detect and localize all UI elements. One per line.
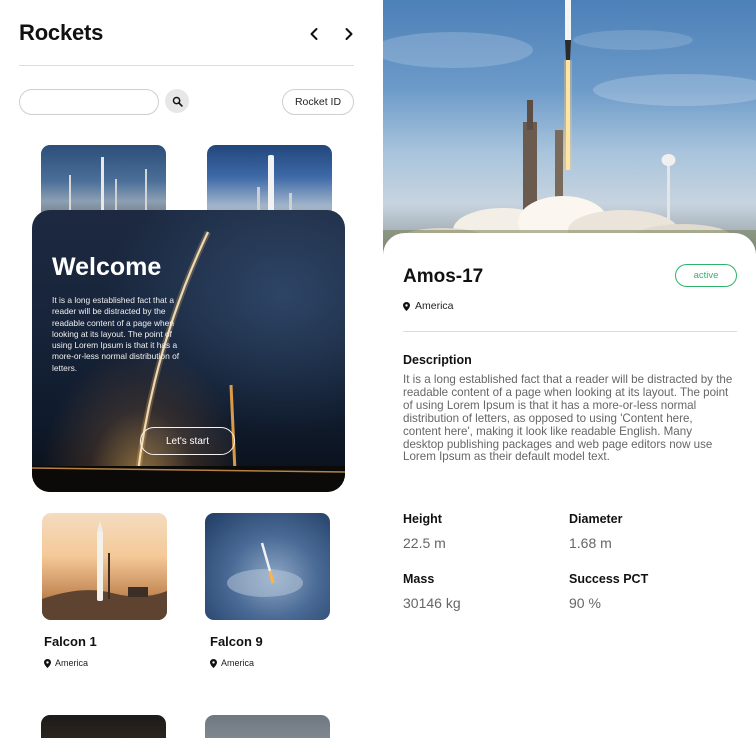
location-label: America <box>55 658 89 668</box>
rocket-location: America <box>210 658 254 668</box>
welcome-title: Welcome <box>52 253 162 281</box>
rocket-location: America <box>44 658 88 668</box>
rocket-launch-image <box>383 0 756 255</box>
height-label: Height <box>403 512 442 526</box>
location-label: America <box>221 658 255 668</box>
chevron-right-icon[interactable] <box>341 24 357 44</box>
rocket-detail-screen: Amos-17 active America Description It is… <box>383 0 756 738</box>
location-label: America <box>415 300 454 312</box>
chevron-left-icon[interactable] <box>306 24 322 44</box>
header-divider <box>19 65 354 66</box>
success-pct-value: 90 % <box>569 595 601 611</box>
rocket-title: Amos-17 <box>403 266 484 287</box>
location-pin-icon <box>210 658 217 668</box>
location-pin-icon <box>44 658 51 668</box>
mass-value: 30146 kg <box>403 595 461 611</box>
welcome-text: It is a long established fact that a rea… <box>52 295 180 373</box>
divider <box>403 331 737 332</box>
location-pin-icon <box>403 301 410 311</box>
rocket-name: Falcon 1 <box>44 634 97 649</box>
welcome-modal: Welcome It is a long established fact th… <box>32 210 345 492</box>
page-title: Rockets <box>19 20 104 45</box>
rocket-thumbnail[interactable] <box>41 715 166 738</box>
description-heading: Description <box>403 353 472 367</box>
rocket-location: America <box>403 300 454 312</box>
rockets-list-screen: Rockets Rocket ID Falcon 1 America Falco… <box>0 0 372 738</box>
rocket-name: Falcon 9 <box>210 634 263 649</box>
diameter-label: Diameter <box>569 512 623 526</box>
search-input[interactable] <box>19 89 159 115</box>
search-icon <box>172 96 183 107</box>
search-button[interactable] <box>165 89 189 113</box>
height-value: 22.5 m <box>403 535 446 551</box>
diameter-value: 1.68 m <box>569 535 612 551</box>
status-badge: active <box>675 264 737 287</box>
rocket-thumbnail-falcon-9[interactable] <box>205 513 330 620</box>
rocket-thumbnail[interactable] <box>205 715 330 738</box>
success-pct-label: Success PCT <box>569 572 649 586</box>
rocket-thumbnail-falcon-1[interactable] <box>42 513 167 620</box>
mass-label: Mass <box>403 572 435 586</box>
lets-start-button[interactable]: Let's start <box>140 427 235 455</box>
description-text: It is a long established fact that a rea… <box>403 373 733 464</box>
rocket-detail-card: Amos-17 active America Description It is… <box>383 233 756 738</box>
rocket-id-button[interactable]: Rocket ID <box>282 89 354 115</box>
